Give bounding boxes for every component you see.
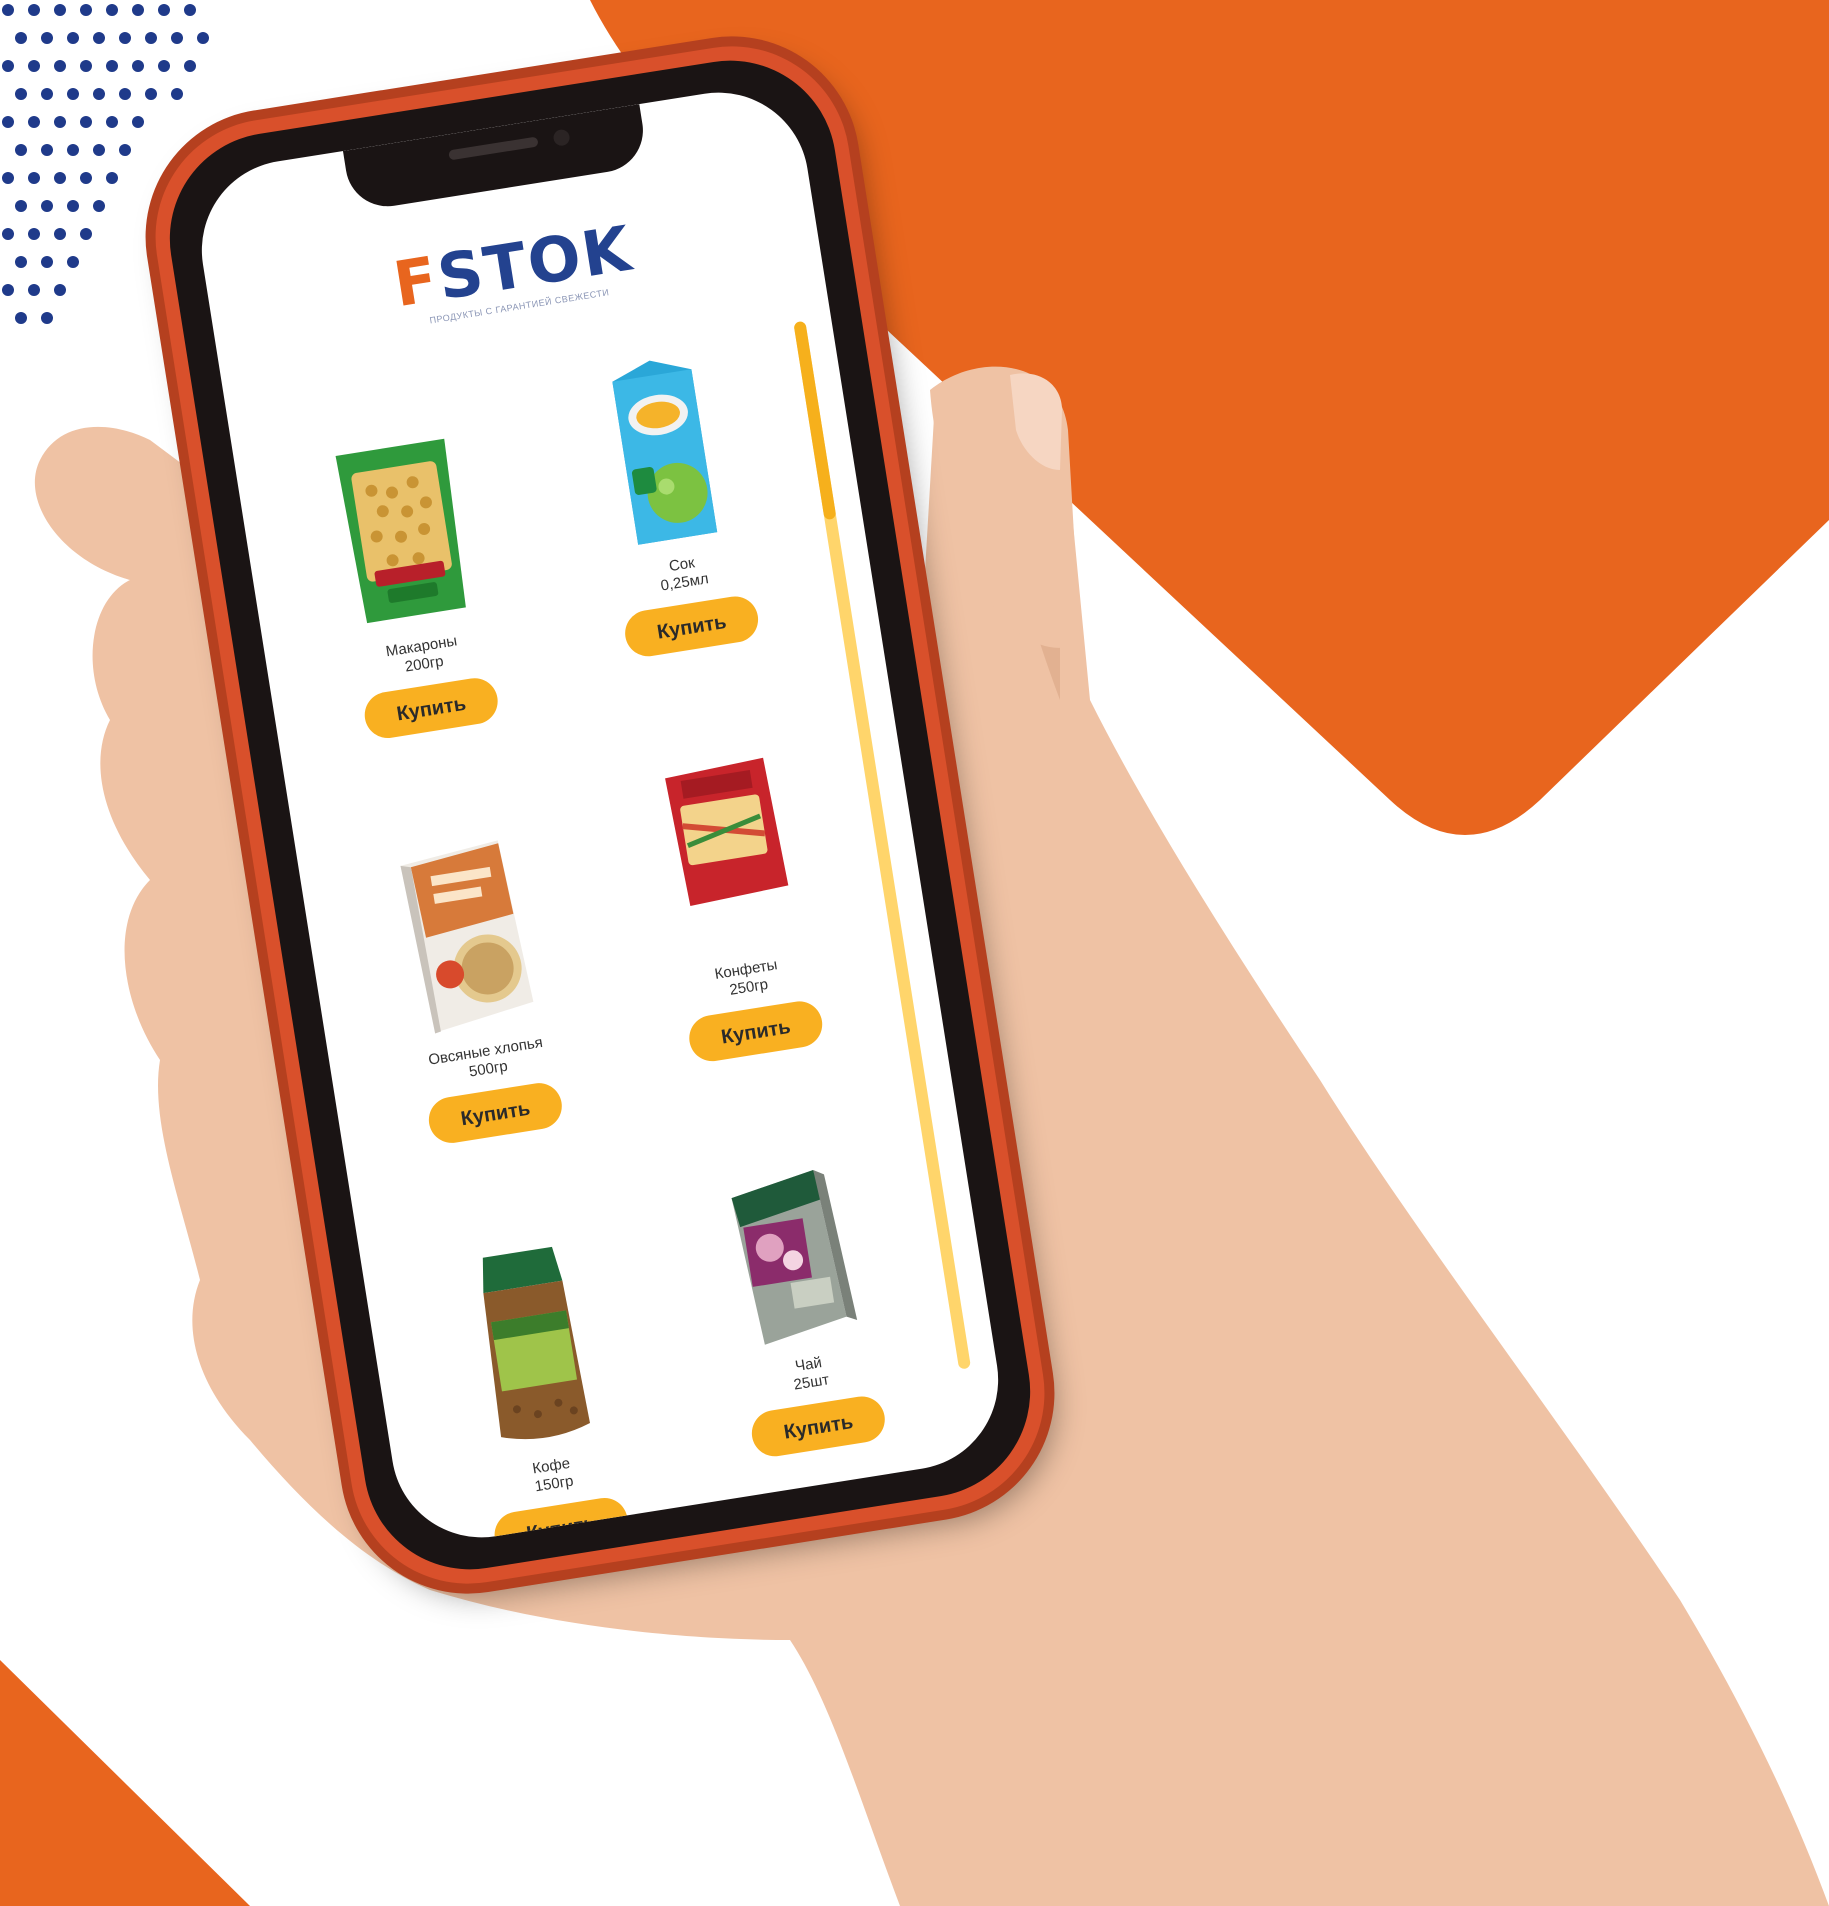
- pattern-dot: [2, 228, 14, 240]
- pattern-dot: [2, 284, 14, 296]
- pattern-dot: [158, 4, 170, 16]
- pattern-dot: [197, 32, 209, 44]
- orange-corner-shape: [0, 1660, 250, 1906]
- product-card[interactable]: Овсяные хлопья 500гр Купить: [334, 824, 618, 1155]
- pattern-dot: [54, 284, 66, 296]
- speaker-grille: [448, 136, 539, 161]
- pattern-dot: [67, 256, 79, 268]
- pattern-dot: [2, 60, 14, 72]
- pattern-dot: [119, 32, 131, 44]
- pattern-dot: [184, 60, 196, 72]
- pattern-dot: [28, 4, 40, 16]
- pattern-dot: [67, 32, 79, 44]
- buy-button[interactable]: Купить: [621, 593, 762, 660]
- pattern-dot: [2, 172, 14, 184]
- product-card[interactable]: Чай 25шт Купить: [659, 1147, 941, 1468]
- pasta-package-icon: [335, 438, 466, 624]
- pattern-dot: [171, 88, 183, 100]
- pattern-dot: [67, 200, 79, 212]
- product-card[interactable]: Конфеты 250гр Купить: [594, 742, 878, 1073]
- coffee-jar-icon: [482, 1246, 590, 1440]
- buy-button[interactable]: Купить: [361, 674, 501, 742]
- pattern-dot: [80, 172, 92, 184]
- pattern-dot: [41, 88, 53, 100]
- pattern-dot: [184, 4, 196, 16]
- pattern-dot: [28, 172, 40, 184]
- pattern-dot: [132, 60, 144, 72]
- pattern-dot: [15, 32, 27, 44]
- pattern-dot: [106, 4, 118, 16]
- pattern-dot: [28, 116, 40, 128]
- pattern-dot: [15, 144, 27, 156]
- pattern-dot: [41, 144, 53, 156]
- oat-flakes-box-icon: [400, 840, 534, 1034]
- app-logo[interactable]: FSTOK ПРОДУКТЫ С ГАРАНТИЕЙ СВЕЖЕСТИ: [206, 188, 822, 359]
- pattern-dot: [54, 60, 66, 72]
- product-card[interactable]: Кофе 150гр Купить: [398, 1229, 683, 1551]
- buy-button[interactable]: Купить: [425, 1079, 566, 1147]
- pattern-dot: [41, 312, 53, 324]
- pattern-dot: [41, 32, 53, 44]
- candy-bag-icon: [665, 757, 789, 906]
- pattern-dot: [80, 60, 92, 72]
- pattern-dot: [2, 116, 14, 128]
- pattern-dot: [54, 116, 66, 128]
- pattern-dot: [28, 228, 40, 240]
- pattern-dot: [41, 200, 53, 212]
- pattern-dot: [145, 88, 157, 100]
- buy-button[interactable]: Купить: [685, 998, 826, 1065]
- pattern-dot: [80, 228, 92, 240]
- product-card[interactable]: Сок 0,25мл Купить: [530, 337, 814, 668]
- pattern-dot: [67, 144, 79, 156]
- pattern-dot: [54, 4, 66, 16]
- scrollbar-thumb[interactable]: [793, 320, 837, 521]
- product-card[interactable]: Макароны 200гр Купить: [270, 419, 554, 750]
- product-grid: Макароны 200гр Купить Сок 0,25мл Купить …: [264, 329, 889, 1551]
- buy-button[interactable]: Купить: [748, 1393, 889, 1460]
- pattern-dot: [15, 256, 27, 268]
- pattern-dot: [54, 228, 66, 240]
- pattern-dot: [15, 312, 27, 324]
- pattern-dot: [132, 4, 144, 16]
- juice-box-icon: [612, 360, 718, 545]
- pattern-dot: [67, 88, 79, 100]
- pattern-dot: [93, 144, 105, 156]
- pattern-dot: [106, 60, 118, 72]
- pattern-dot: [93, 200, 105, 212]
- pattern-dot: [93, 88, 105, 100]
- pattern-dot: [80, 4, 92, 16]
- pattern-dot: [15, 200, 27, 212]
- phone-notch: [342, 104, 649, 213]
- pattern-dot: [132, 116, 144, 128]
- pattern-dot: [54, 172, 66, 184]
- pattern-dot: [41, 256, 53, 268]
- promo-scene: FSTOK ПРОДУКТЫ С ГАРАНТИЕЙ СВЕЖЕСТИ Мака…: [0, 0, 1829, 1906]
- pattern-dot: [80, 116, 92, 128]
- buy-button[interactable]: Купить: [491, 1494, 631, 1551]
- pattern-dot: [106, 116, 118, 128]
- front-camera: [552, 128, 571, 147]
- pattern-dot: [28, 60, 40, 72]
- pattern-dot: [2, 4, 14, 16]
- pattern-dot: [171, 32, 183, 44]
- pattern-dot: [119, 144, 131, 156]
- pattern-dot: [145, 32, 157, 44]
- pattern-dot: [28, 284, 40, 296]
- pattern-dot: [106, 172, 118, 184]
- pattern-dot: [158, 60, 170, 72]
- pattern-dot: [93, 32, 105, 44]
- pattern-dot: [15, 88, 27, 100]
- tea-box-icon: [731, 1170, 858, 1345]
- pattern-dot: [119, 88, 131, 100]
